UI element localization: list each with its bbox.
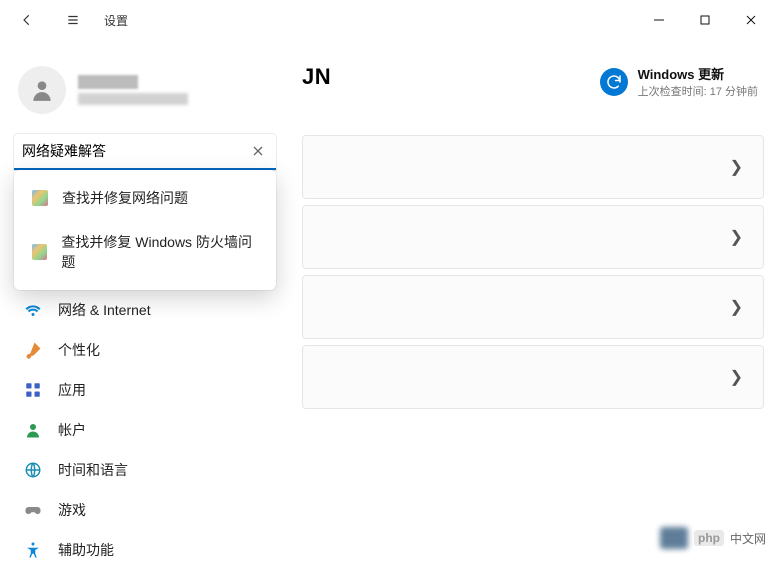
search-input[interactable] — [22, 143, 248, 159]
watermark-blur — [660, 527, 688, 549]
windows-update-block[interactable]: Windows 更新 上次检查时间: 17 分钟前 — [600, 64, 758, 99]
sidebar-item-label: 帐户 — [58, 420, 86, 440]
minimize-button[interactable] — [636, 4, 682, 36]
watermark-text: 中文网 — [730, 530, 766, 547]
gamepad-icon — [24, 501, 42, 519]
settings-card[interactable]: ❯ — [302, 345, 764, 409]
page-title: JN — [302, 64, 331, 90]
suggestion-label: 查找并修复 Windows 防火墙问题 — [61, 232, 258, 272]
globe-icon — [24, 461, 42, 479]
settings-cards: ❯ ❯ ❯ ❯ — [302, 135, 764, 409]
search-suggestion-item[interactable]: 查找并修复 Windows 防火墙问题 — [14, 220, 276, 284]
sidebar-item[interactable]: 应用 — [14, 370, 276, 410]
maximize-button[interactable] — [682, 4, 728, 36]
apps-icon — [24, 381, 42, 399]
access-icon — [24, 541, 42, 559]
user-text-redacted — [78, 75, 188, 105]
person-icon — [24, 421, 42, 439]
chevron-right-icon: ❯ — [730, 157, 743, 177]
sidebar-item[interactable]: 辅助功能 — [14, 530, 276, 570]
search-suggestions: 查找并修复网络问题查找并修复 Windows 防火墙问题 — [14, 170, 276, 290]
sidebar-item-label: 应用 — [58, 380, 86, 400]
update-title: Windows 更新 — [638, 64, 758, 83]
settings-card[interactable]: ❯ — [302, 135, 764, 199]
close-button[interactable] — [728, 4, 774, 36]
sidebar-item[interactable]: 时间和语言 — [14, 450, 276, 490]
wifi-icon — [24, 301, 42, 319]
troubleshoot-icon — [32, 190, 48, 206]
suggestion-label: 查找并修复网络问题 — [62, 188, 188, 208]
sidebar-item-label: 游戏 — [58, 500, 86, 520]
watermark: php 中文网 — [652, 523, 774, 553]
sidebar-item[interactable]: 帐户 — [14, 410, 276, 450]
chevron-right-icon: ❯ — [730, 367, 743, 387]
chevron-right-icon: ❯ — [730, 227, 743, 247]
sidebar-item[interactable]: 游戏 — [14, 490, 276, 530]
update-icon — [600, 68, 628, 96]
update-subtitle: 上次检查时间: 17 分钟前 — [638, 83, 758, 99]
chevron-right-icon: ❯ — [730, 297, 743, 317]
settings-card[interactable]: ❯ — [302, 205, 764, 269]
title-bar: 设置 — [0, 0, 782, 40]
main-header: JN Windows 更新 上次检查时间: 17 分钟前 — [302, 64, 764, 99]
sidebar-item-label: 个性化 — [58, 340, 100, 360]
troubleshoot-icon — [32, 244, 47, 260]
sidebar: 查找并修复网络问题查找并修复 Windows 防火墙问题 网络 & Intern… — [0, 40, 290, 561]
sidebar-item-label: 辅助功能 — [58, 540, 114, 560]
back-button[interactable] — [8, 4, 46, 36]
watermark-tag: php — [694, 530, 724, 546]
sidebar-nav: 网络 & Internet 个性化应用帐户时间和语言游戏辅助功能 — [14, 290, 276, 570]
search-suggestion-item[interactable]: 查找并修复网络问题 — [14, 176, 276, 220]
sidebar-item[interactable]: 个性化 — [14, 330, 276, 370]
settings-card[interactable]: ❯ — [302, 275, 764, 339]
sidebar-item-label: 时间和语言 — [58, 460, 128, 480]
user-block[interactable] — [14, 52, 276, 134]
sidebar-item-label: 网络 & Internet — [58, 300, 151, 320]
search-box[interactable] — [14, 134, 276, 170]
search-wrap: 查找并修复网络问题查找并修复 Windows 防火墙问题 — [14, 134, 276, 170]
main-content: JN Windows 更新 上次检查时间: 17 分钟前 ❯ ❯ ❯ ❯ — [290, 40, 782, 561]
clear-icon[interactable] — [248, 141, 268, 161]
brush-icon — [24, 341, 42, 359]
window-title: 设置 — [104, 12, 128, 29]
sidebar-item[interactable]: 网络 & Internet — [14, 290, 276, 330]
menu-button[interactable] — [54, 4, 92, 36]
avatar — [18, 66, 66, 114]
